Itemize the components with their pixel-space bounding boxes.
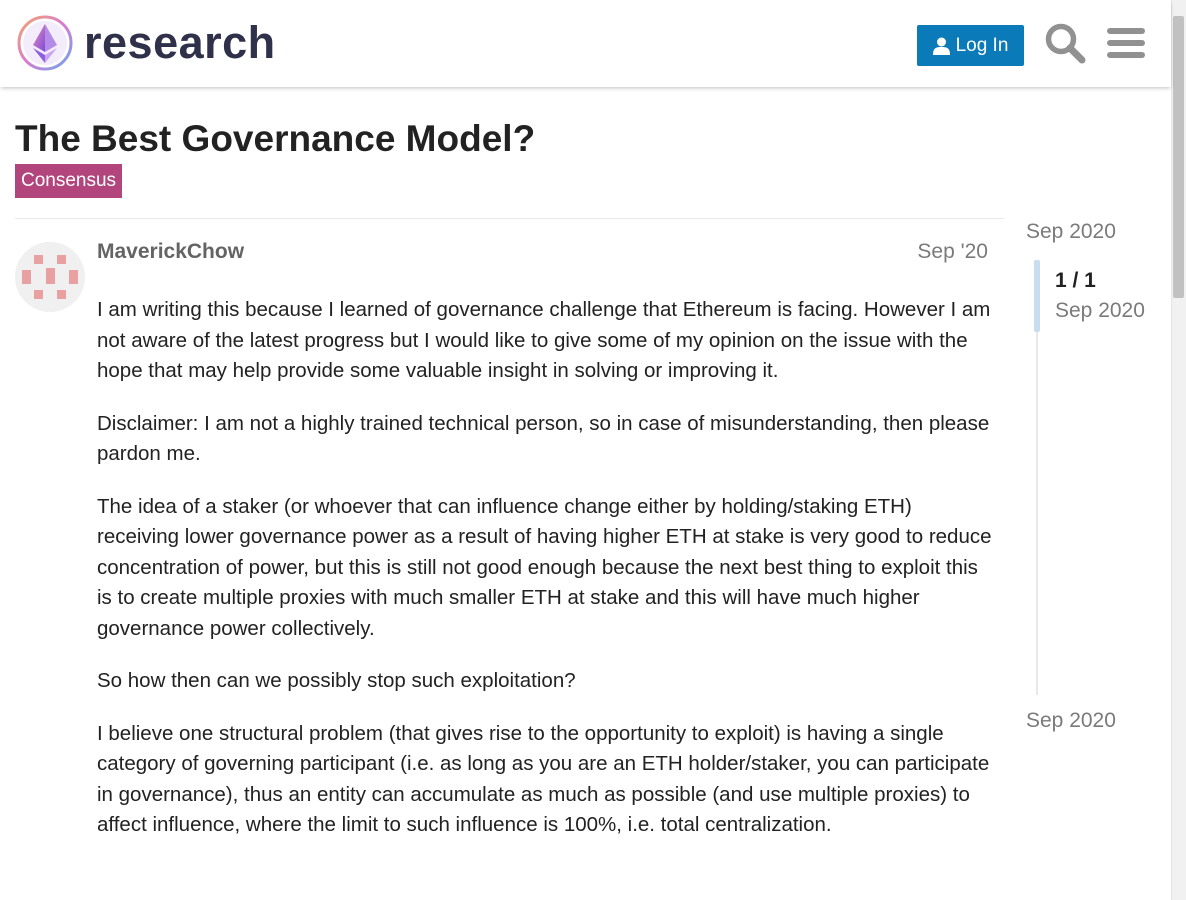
login-label: Log In [955, 34, 1009, 56]
category-badge[interactable]: Consensus [15, 164, 123, 198]
post-paragraph: The idea of a staker (or whoever that ca… [97, 494, 992, 640]
user-icon [932, 37, 950, 55]
post-paragraph: So how then can we possibly stop such ex… [97, 669, 576, 692]
scrollbar-thumb[interactable] [1173, 16, 1184, 298]
post-date[interactable]: Sep '20 [900, 240, 988, 264]
identicon-icon [22, 255, 78, 299]
site-name: research [84, 17, 276, 68]
timeline-start-date[interactable]: Sep 2020 [1026, 220, 1116, 244]
topic-title[interactable]: The Best Governance Model? [15, 118, 535, 160]
post-body: I am writing this because I learned of g… [97, 295, 992, 863]
hamburger-menu-icon[interactable] [1107, 26, 1145, 60]
avatar[interactable] [15, 242, 85, 312]
post-author[interactable]: MaverickChow [97, 240, 244, 264]
logo-icon [17, 15, 73, 71]
divider [15, 218, 1004, 219]
login-button[interactable]: Log In [917, 25, 1024, 66]
timeline-post-count: 1 / 1 [1055, 269, 1096, 292]
search-icon[interactable] [1044, 22, 1086, 64]
site-header: research Log In [0, 0, 1171, 87]
timeline-end-date[interactable]: Sep 2020 [1026, 709, 1116, 733]
post-paragraph: Disclaimer: I am not a highly trained te… [97, 411, 990, 466]
site-logo[interactable]: research [16, 14, 276, 72]
timeline-current-date: Sep 2020 [1055, 299, 1145, 322]
timeline-handle[interactable] [1034, 260, 1040, 332]
post-paragraph: I believe one structural problem (that g… [97, 721, 990, 837]
post-paragraph: I am writing this because I learned of g… [97, 298, 991, 382]
